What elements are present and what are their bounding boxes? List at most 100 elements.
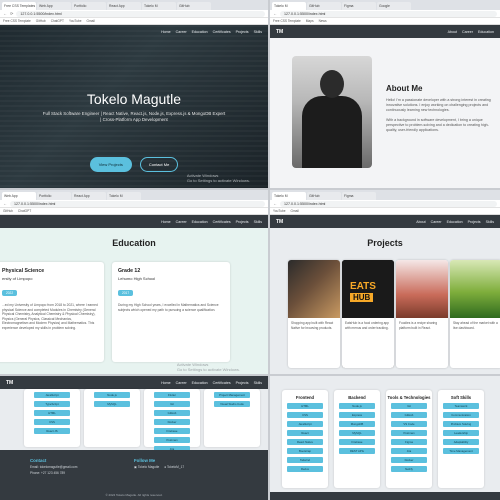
skill-button[interactable]: Firebase [154,428,190,434]
reload-icon[interactable]: ⟳ [10,11,13,16]
url-input[interactable]: 127.0.0.1:5500/index.html [280,10,497,17]
nav-link-home[interactable]: Home [161,381,171,385]
skill-button[interactable]: CSS [34,419,70,425]
nav-link-certificates[interactable]: Certificates [213,381,231,385]
browser-tab[interactable]: Tokelo M [107,192,141,200]
nav-link-skills[interactable]: Skills [486,220,494,224]
skill-button[interactable]: Git [154,401,190,407]
nav-link-certificates[interactable]: Certificates [213,220,231,224]
browser-tab[interactable]: GitHub [307,2,341,10]
url-input[interactable]: 127.0.0.1:5500/index.html [10,200,265,207]
nav-link-education[interactable]: Education [478,30,494,34]
bookmark[interactable]: News [319,19,327,23]
nav-link-about[interactable]: About [416,220,425,224]
skill-button[interactable]: GitHub [391,412,427,418]
browser-tab[interactable]: GitHub [307,192,341,200]
skill-button[interactable]: React JS [34,428,70,434]
skill-button[interactable]: Docker [391,457,427,463]
nav-link-projects[interactable]: Projects [236,220,249,224]
browser-tab[interactable]: Web App [37,2,71,10]
browser-tab[interactable]: Tokelo M [142,2,176,10]
skill-button[interactable]: Node.js [94,392,130,398]
browser-tab[interactable]: Portfolio [37,192,71,200]
skill-button[interactable]: Postman [391,430,427,436]
skill-button[interactable]: React [287,430,323,436]
skill-button[interactable]: Adaptability [443,439,479,445]
skill-button[interactable]: MySQL [94,401,130,407]
skill-button[interactable]: Node.js [339,403,375,409]
skill-button[interactable]: Figma [391,439,427,445]
browser-tab[interactable]: Portfolio [72,2,106,10]
skill-button[interactable]: Express [339,412,375,418]
skill-button[interactable]: Project Management [214,392,250,398]
back-icon[interactable]: ← [273,201,277,206]
skill-button[interactable]: Tailwind [287,457,323,463]
skill-button[interactable]: HTML [34,410,70,416]
nav-link-education[interactable]: Education [192,381,208,385]
skill-button[interactable]: Teamwork [443,403,479,409]
nav-link-home[interactable]: Home [161,220,171,224]
project-card[interactable]: EATS HUB EatsHub is a food ordering app … [342,260,394,368]
skill-button[interactable]: VS Code [391,421,427,427]
skill-button[interactable]: Visual Studio Code [214,401,250,407]
nav-link-career[interactable]: Career [176,381,187,385]
browser-tab[interactable]: Web App [2,192,36,200]
skill-button[interactable]: React Native [287,439,323,445]
contact-email[interactable]: Email: tokelomagutle@gmail.com [30,465,77,469]
bookmark[interactable]: Gmail [87,19,95,23]
nav-link-projects[interactable]: Projects [236,381,249,385]
linkedin-icon[interactable]: ▣ [134,465,137,469]
linkedin-link[interactable]: Tokelo Magutle [138,465,159,469]
skill-button[interactable]: Docker [154,419,190,425]
browser-tab[interactable]: GitHub [177,2,211,10]
skill-button[interactable]: Jira [391,448,427,454]
skill-button[interactable]: Redux [287,466,323,472]
skill-button[interactable]: JavaScript [34,392,70,398]
bookmark[interactable]: ChatGPT [18,209,31,213]
project-card[interactable]: Foodies is a recipe sharing platform bui… [396,260,448,368]
nav-link-skills[interactable]: Skills [254,381,262,385]
browser-tab[interactable]: Tokelo M [272,2,306,10]
skill-button[interactable]: MongoDB [339,421,375,427]
nav-link-skills[interactable]: Skills [254,220,262,224]
skill-button[interactable]: Firebase [339,439,375,445]
nav-link-career[interactable]: Career [176,220,187,224]
nav-link-about[interactable]: About [448,30,457,34]
contact-me-button[interactable]: Contact Me [139,157,179,172]
browser-tab[interactable]: Figma [342,2,376,10]
bookmark[interactable]: YouTube [273,209,286,213]
bookmark[interactable]: Free CSS Template [273,19,301,23]
project-card[interactable]: Stay ahead of the market with a live das… [450,260,500,368]
skill-button[interactable]: Problem Solving [443,421,479,427]
browser-tab[interactable]: Figma [342,192,376,200]
skill-button[interactable]: MySQL [339,430,375,436]
bookmark[interactable]: Free CSS Template [3,19,31,23]
skill-button[interactable]: REST APIs [339,448,375,454]
bookmark[interactable]: ChatGPT [51,19,64,23]
skill-button[interactable]: Bootstrap [287,448,323,454]
skill-button[interactable]: HTML [287,403,323,409]
github-link[interactable]: TokeloM_17 [167,465,184,469]
brand-logo[interactable]: TM [276,219,283,225]
skill-button[interactable]: Time Management [443,448,479,454]
back-icon[interactable]: ← [3,11,7,16]
bookmark[interactable]: GitHub [3,209,13,213]
skill-button[interactable]: JavaScript [287,421,323,427]
browser-tab[interactable]: React App [107,2,141,10]
nav-link-education[interactable]: Education [447,220,463,224]
brand-logo[interactable]: TM [276,29,283,35]
nav-link-projects[interactable]: Projects [468,220,481,224]
skill-button[interactable]: Leadership [443,430,479,436]
skill-button[interactable]: CSS [287,412,323,418]
brand-logo[interactable]: TM [6,380,13,386]
github-icon[interactable]: ● [164,465,166,469]
nav-link-career[interactable]: Career [462,30,473,34]
skill-button[interactable]: Netlify [391,466,427,472]
back-icon[interactable]: ← [3,201,7,206]
bookmark[interactable]: Gmail [291,209,299,213]
bookmark[interactable]: GitHub [36,19,46,23]
browser-tab[interactable]: Tokelo M [272,192,306,200]
url-input[interactable]: 127.0.0.1:5500/index.html [16,10,265,17]
skill-button[interactable]: GitHub [154,410,190,416]
nav-link-career[interactable]: Career [431,220,442,224]
